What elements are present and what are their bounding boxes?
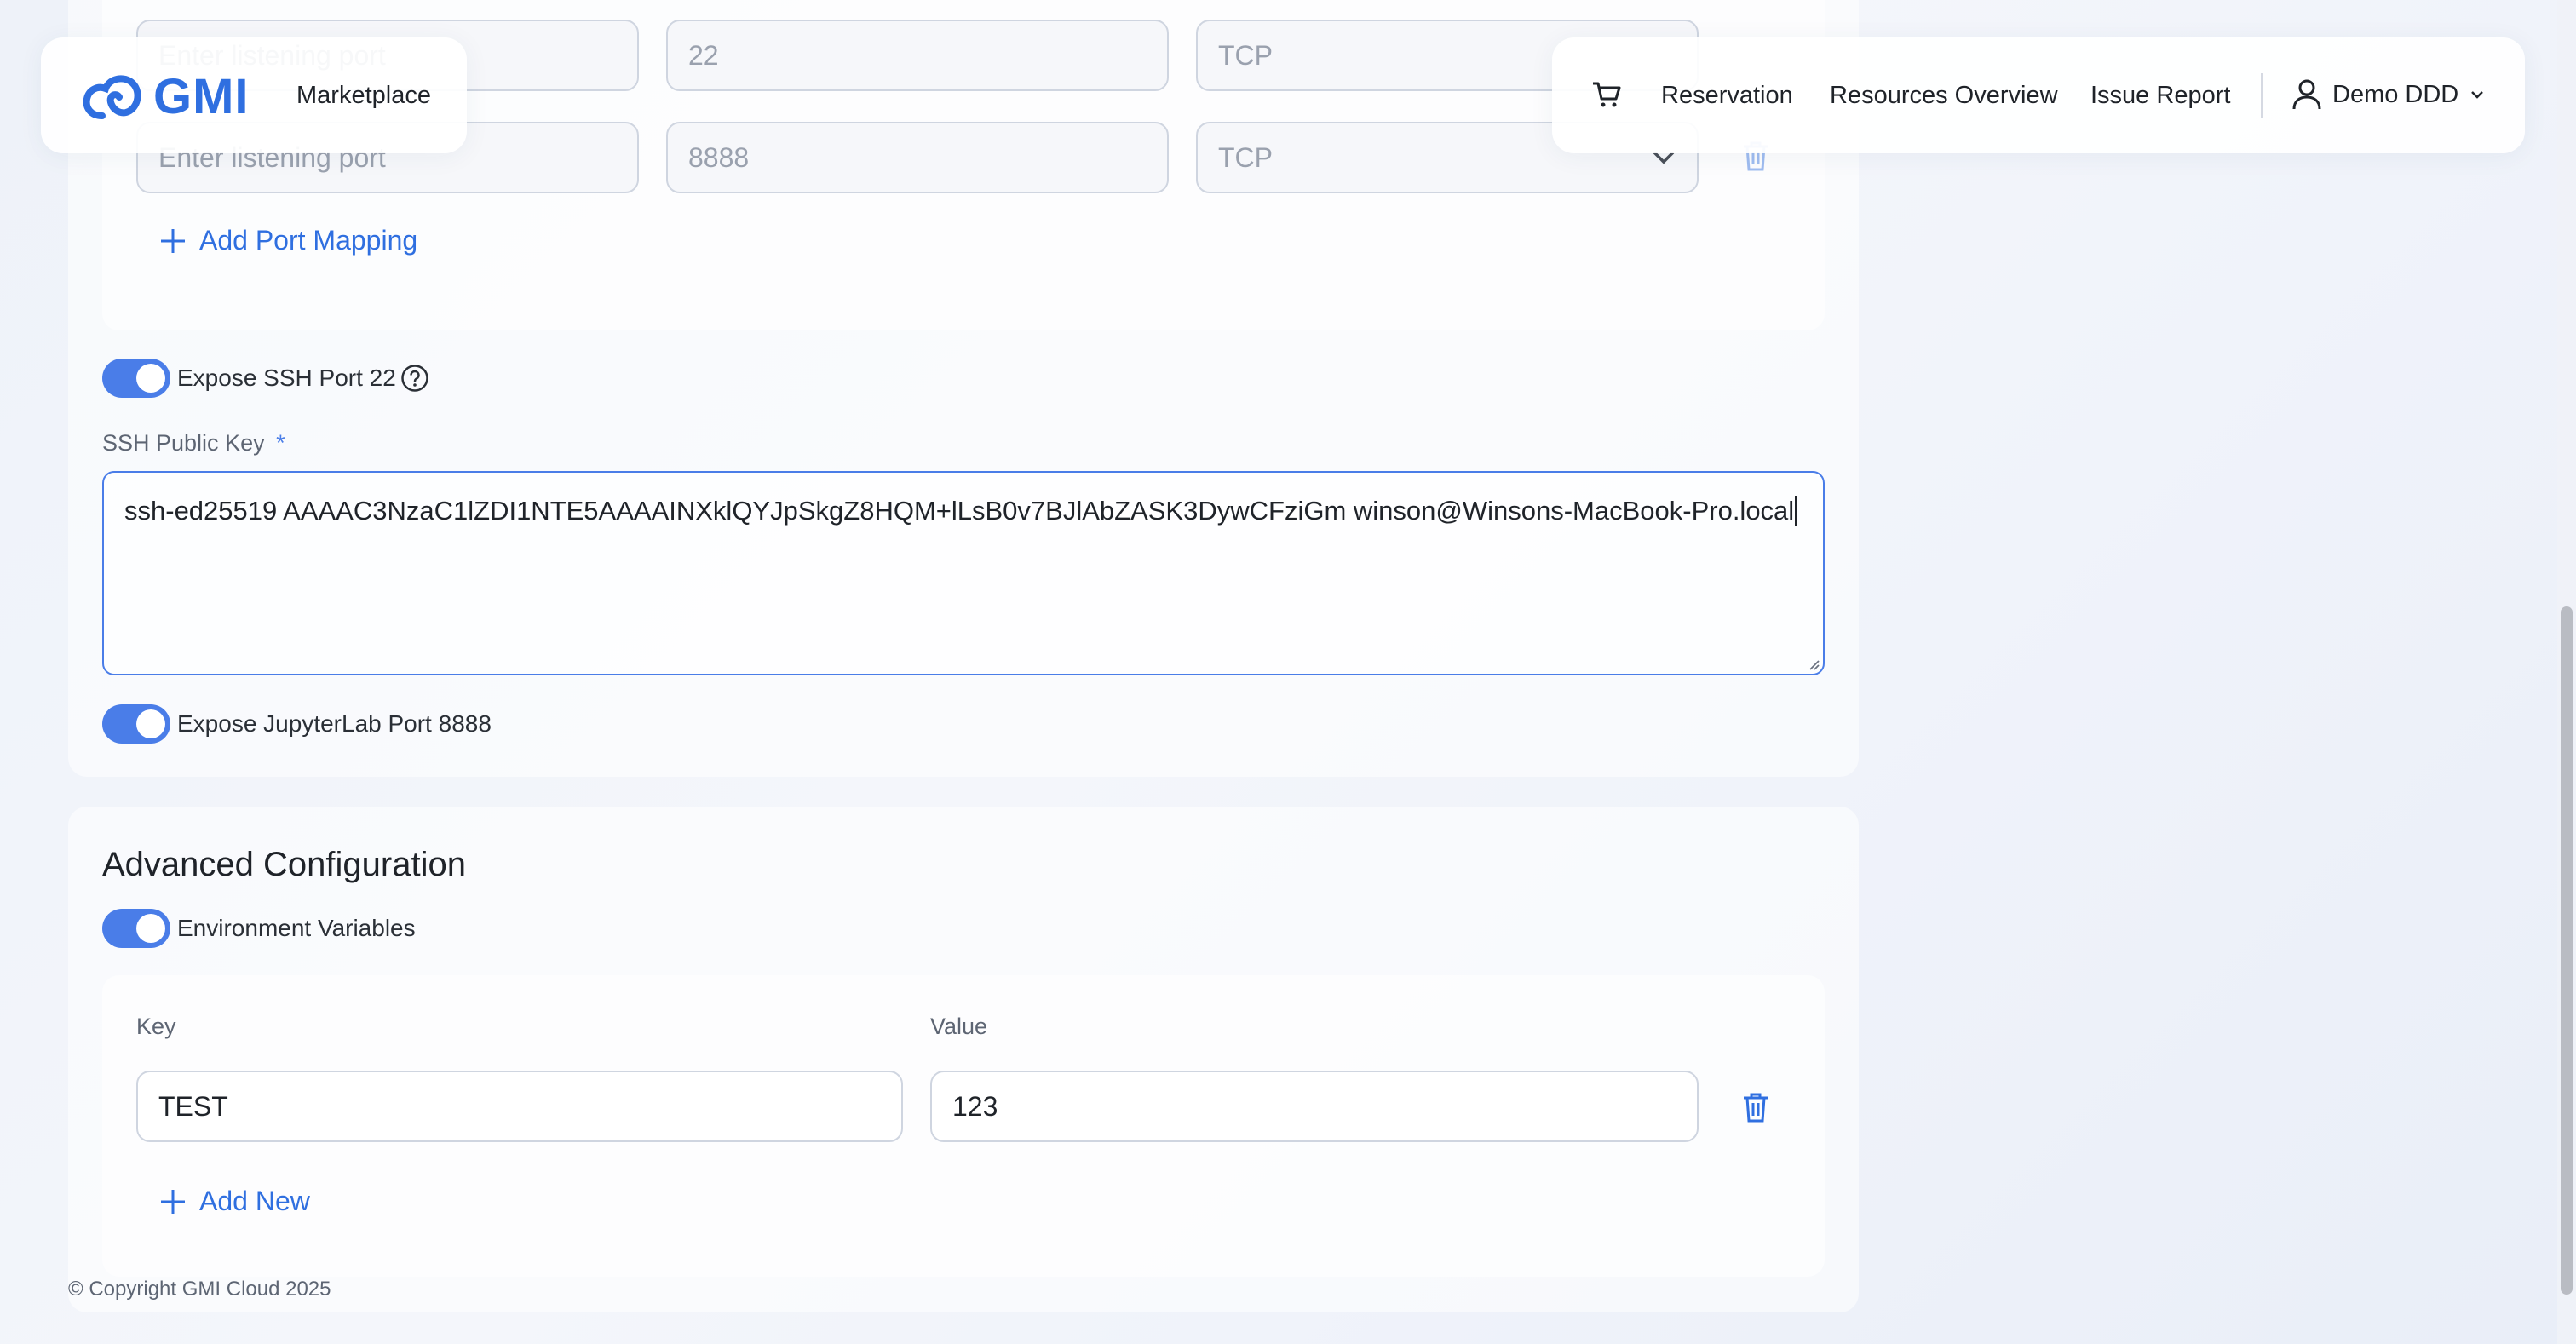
copyright-text: © Copyright GMI Cloud 2025 (68, 1278, 331, 1301)
top-nav-pill: Reservation Resources Overview Issue Rep… (1552, 37, 2525, 153)
env-key-input[interactable]: TEST (136, 1071, 903, 1142)
resize-handle-icon[interactable] (1806, 657, 1820, 670)
reservation-link[interactable]: Reservation (1661, 82, 1793, 110)
env-value-input[interactable]: 123 (930, 1071, 1699, 1142)
cart-icon[interactable] (1591, 80, 1622, 109)
text-cursor (1795, 496, 1797, 526)
scrollbar-track[interactable] (2557, 0, 2576, 1344)
expose-ssh-toggle[interactable] (102, 359, 170, 398)
advanced-config-title: Advanced Configuration (102, 846, 466, 883)
issue-report-link[interactable]: Issue Report (2090, 82, 2230, 110)
user-menu[interactable]: Demo DDD (2291, 78, 2486, 111)
add-port-mapping-button[interactable]: Add Port Mapping (158, 225, 417, 256)
marketplace-link[interactable]: Marketplace (296, 82, 431, 110)
help-icon[interactable] (400, 364, 429, 393)
expose-ssh-label: Expose SSH Port 22 (177, 365, 396, 391)
value-header: Value (930, 1014, 988, 1039)
env-vars-label: Environment Variables (177, 915, 416, 941)
resources-overview-link[interactable]: Resources Overview (1830, 82, 2058, 110)
ssh-key-textarea[interactable]: ssh-ed25519 AAAAC3NzaC1lZDI1NTE5AAAAINXk… (102, 471, 1825, 675)
gmi-logo[interactable]: GMI (82, 68, 250, 125)
env-vars-panel: Key Value TEST 123 Add New (102, 975, 1825, 1277)
plus-icon (161, 228, 185, 253)
container-port-field-1: 22 (666, 20, 1169, 91)
protocol-value: TCP (1218, 142, 1273, 173)
delete-env-var-icon[interactable] (1741, 1091, 1770, 1123)
brand-pill: GMI Marketplace (41, 37, 467, 153)
add-new-label: Add New (199, 1186, 310, 1216)
ssh-key-value: ssh-ed25519 AAAAC3NzaC1lZDI1NTE5AAAAINXk… (124, 496, 1795, 526)
env-vars-toggle[interactable] (102, 909, 170, 948)
expose-jupyter-toggle[interactable] (102, 704, 170, 744)
required-mark: * (276, 430, 285, 456)
scrollbar-thumb[interactable] (2561, 606, 2573, 1295)
cloud-logo-icon (83, 74, 141, 119)
container-port-field-2: 8888 (666, 122, 1169, 193)
user-name: Demo DDD (2332, 80, 2459, 108)
nav-divider (2261, 73, 2263, 118)
logo-text: GMI (153, 69, 250, 124)
chevron-down-icon (2471, 91, 2484, 99)
expose-jupyter-label: Expose JupyterLab Port 8888 (177, 710, 492, 737)
plus-icon (161, 1189, 185, 1214)
advanced-config-card: Advanced Configuration Environment Varia… (68, 807, 1859, 1312)
ssh-key-label: SSH Public Key * (102, 430, 285, 457)
add-port-mapping-label: Add Port Mapping (199, 225, 418, 256)
user-icon (2292, 79, 2321, 110)
add-new-env-var-button[interactable]: Add New (158, 1186, 310, 1217)
ssh-key-label-text: SSH Public Key (102, 430, 265, 456)
key-header: Key (136, 1014, 176, 1039)
